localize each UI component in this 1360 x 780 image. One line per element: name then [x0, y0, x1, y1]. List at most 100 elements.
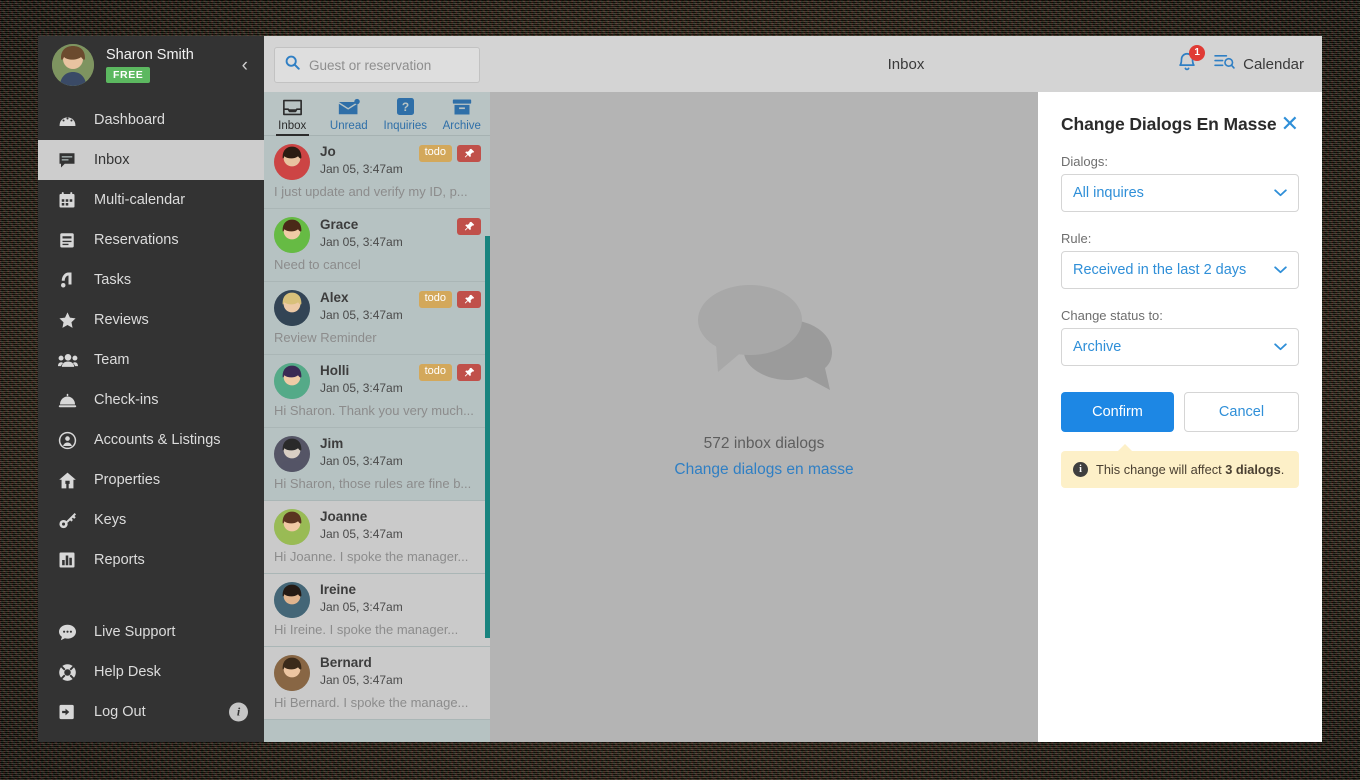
select-0[interactable]: All inquires: [1061, 174, 1299, 212]
select-1[interactable]: Received in the last 2 days: [1061, 251, 1299, 289]
bell-desk-icon: [58, 392, 84, 409]
tasks-icon: [58, 271, 84, 289]
pin-icon[interactable]: [457, 364, 481, 381]
sidebar-item-reports[interactable]: Reports: [38, 540, 264, 580]
message-time: Jan 05, 3:47am: [320, 380, 403, 395]
change-dialogs-link[interactable]: Change dialogs en masse: [674, 461, 853, 479]
notification-count-badge: 1: [1189, 44, 1206, 61]
calendar-button[interactable]: Calendar: [1214, 53, 1304, 75]
message-list-item[interactable]: Jim Jan 05, 3:47am Hi Sharon, those rules …: [264, 428, 490, 501]
tab-label: Inbox: [278, 120, 307, 132]
pin-icon[interactable]: [457, 145, 481, 162]
info-icon[interactable]: i: [229, 702, 248, 722]
notification-bell-icon[interactable]: 1: [1176, 44, 1206, 78]
pin-icon[interactable]: [457, 218, 481, 235]
lifebuoy-icon: [58, 663, 84, 682]
sidebar-item-inbox[interactable]: Inbox: [38, 140, 264, 180]
confirm-button[interactable]: Confirm: [1061, 392, 1174, 432]
sidebar-item-help-desk[interactable]: Help Desk: [38, 652, 264, 692]
unread-envelope-icon: [321, 98, 378, 118]
archive-box-icon: [434, 98, 491, 118]
sidebar-item-accounts-listings[interactable]: Accounts & Listings: [38, 420, 264, 460]
sidebar-item-label: Live Support: [94, 624, 176, 640]
message-preview: Hi Sharon, those rules are fine b...: [274, 476, 472, 491]
sidebar-nav: Dashboard Inbox Multi-calendar Reservations…: [38, 100, 264, 580]
topbar-actions: 1 Calendar: [1176, 36, 1304, 92]
sidebar-item-dashboard[interactable]: Dashboard: [38, 100, 264, 140]
search-input[interactable]: Guest or reservation: [274, 47, 480, 83]
message-sender: Jim: [320, 436, 344, 451]
avatar: [274, 509, 310, 545]
field-label: Rule:: [1061, 231, 1092, 246]
sidebar-item-log-out[interactable]: Log Out i: [38, 692, 264, 732]
pin-icon[interactable]: [457, 291, 481, 308]
tab-unread[interactable]: Unread: [321, 98, 378, 135]
list-scrollbar[interactable]: [485, 236, 490, 638]
close-icon[interactable]: ✕: [1281, 113, 1299, 135]
todo-badge: todo: [418, 291, 452, 308]
message-list-item[interactable]: todo Alex Jan 05, 3:47am Review Reminder: [264, 282, 490, 355]
chevron-left-icon[interactable]: ‹: [236, 52, 254, 79]
message-time: Jan 05, 3:47am: [320, 599, 403, 614]
search-icon: [285, 55, 300, 75]
sidebar-item-properties[interactable]: Properties: [38, 460, 264, 500]
calendar-search-icon: [1214, 53, 1235, 75]
profile-header[interactable]: Sharon Smith FREE ‹: [38, 36, 264, 94]
select-2[interactable]: Archive: [1061, 328, 1299, 366]
list-tabs: Inbox Unread? Inquiries Archive: [264, 92, 490, 136]
message-preview: I just update and verify my ID, p...: [274, 184, 468, 199]
message-list-item[interactable]: Grace Jan 05, 3:47am Need to cancel: [264, 209, 490, 282]
cancel-button[interactable]: Cancel: [1184, 392, 1299, 432]
sidebar-item-label: Properties: [94, 472, 161, 488]
sidebar-item-reservations[interactable]: Reservations: [38, 220, 264, 260]
sidebar-item-label: Help Desk: [94, 664, 161, 680]
message-scroll[interactable]: todo Jo Jan 05, 3:47am I just update and ve…: [264, 136, 490, 742]
sidebar-item-team[interactable]: Team: [38, 340, 264, 380]
panel-buttons: Confirm Cancel: [1061, 392, 1299, 432]
message-time: Jan 05, 3:47am: [320, 526, 403, 541]
sidebar-item-label: Dashboard: [94, 112, 165, 128]
notice-text: This change will affect 3 dialogs.: [1096, 462, 1284, 477]
sidebar-item-tasks[interactable]: Tasks: [38, 260, 264, 300]
message-tags: todo: [418, 364, 481, 381]
message-list-item[interactable]: Joanne Jan 05, 3:47am Hi Joanne. I spoke t…: [264, 501, 490, 574]
message-time: Jan 05, 3:47am: [320, 672, 403, 687]
tab-label: Archive: [442, 120, 481, 132]
avatar: [52, 44, 94, 86]
sidebar-item-live-support[interactable]: Live Support: [38, 612, 264, 652]
sidebar-item-multi-calendar[interactable]: Multi-calendar: [38, 180, 264, 220]
change-dialogs-panel: Change Dialogs En Masse ✕ Dialogs: All in…: [1038, 92, 1322, 742]
tab-inquiries[interactable]: ? Inquiries: [377, 98, 434, 135]
message-list-item[interactable]: todo Jo Jan 05, 3:47am I just update and ve…: [264, 136, 490, 209]
search-area: Guest or reservation: [264, 36, 490, 92]
message-list-item[interactable]: Ireine Jan 05, 3:47am Hi Ireine. I spoke t…: [264, 574, 490, 647]
field-label: Dialogs:: [1061, 154, 1108, 169]
chat-bubble-icon: [58, 624, 84, 641]
notice-prefix: This change will affect: [1096, 462, 1226, 477]
sidebar-item-label: Reports: [94, 552, 145, 568]
sidebar-item-keys[interactable]: Keys: [38, 500, 264, 540]
tab-inbox[interactable]: Inbox: [264, 98, 321, 136]
sidebar-item-label: Keys: [94, 512, 127, 528]
calendar-label: Calendar: [1243, 55, 1304, 73]
question-square-icon: ?: [377, 98, 434, 118]
message-sender: Ireine: [320, 582, 357, 597]
svg-text:?: ?: [402, 100, 409, 114]
tab-archive[interactable]: Archive: [434, 98, 491, 135]
message-list-item[interactable]: Bernard Jan 05, 3:47am Hi Bernard. I spoke…: [264, 647, 490, 720]
sidebar-item-reviews[interactable]: Reviews: [38, 300, 264, 340]
sidebar-item-check-ins[interactable]: Check-ins: [38, 380, 264, 420]
key-icon: [58, 511, 84, 530]
sidebar-nav-bottom: Live Support Help Desk Log Out i: [38, 612, 264, 742]
todo-badge: todo: [418, 145, 452, 162]
message-preview: Hi Sharon. Thank you very much...: [274, 403, 474, 418]
main-area: Inbox 1 Calendar 572 inbox dialogs Chang…: [490, 36, 1322, 742]
message-tags: todo: [418, 291, 481, 308]
message-list-item[interactable]: todo Holli Jan 05, 3:47am Hi Sharon. Thank …: [264, 355, 490, 428]
search-placeholder: Guest or reservation: [309, 57, 432, 73]
message-preview: Hi Ireine. I spoke the manager...: [274, 622, 459, 637]
sidebar-item-label: Reviews: [94, 312, 149, 328]
message-preview: Hi Bernard. I spoke the manage...: [274, 695, 469, 710]
logout-icon: [58, 703, 84, 721]
message-preview: Review Reminder: [274, 330, 377, 345]
